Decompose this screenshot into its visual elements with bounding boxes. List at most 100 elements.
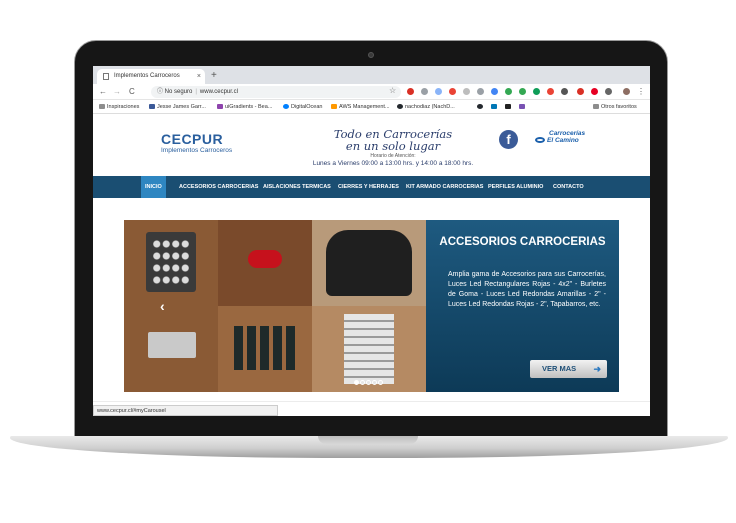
- reload-button[interactable]: C: [129, 86, 135, 97]
- nav-item-perfiles[interactable]: PERFILES ALUMINIO: [488, 176, 543, 198]
- bookmark-star-icon[interactable]: ☆: [389, 86, 396, 95]
- pinterest-icon[interactable]: [591, 88, 598, 95]
- medium-icon: [505, 104, 511, 110]
- button-label: VER MAS: [542, 364, 577, 373]
- product-photo-led-light: [218, 220, 312, 306]
- extension-icon[interactable]: [407, 88, 414, 95]
- bookmark-shortcut[interactable]: [477, 100, 485, 114]
- carousel-dot[interactable]: [366, 380, 371, 385]
- close-tab-icon[interactable]: ×: [197, 69, 201, 84]
- github-icon: [397, 104, 403, 110]
- extension-icon[interactable]: [519, 88, 526, 95]
- bookmark-item[interactable]: uiGradients - Bea...: [217, 100, 272, 114]
- swoosh-icon: [535, 137, 545, 144]
- laptop-notch: [318, 436, 418, 444]
- bookmark-label: nachodiaz (NachD...: [405, 104, 455, 110]
- photo-detail: [326, 230, 412, 296]
- extension-icon[interactable]: [505, 88, 512, 95]
- product-photo-light-panel: [124, 220, 218, 306]
- bookmark-label: Inspiraciones: [107, 104, 140, 110]
- link-status-bar: www.cecpur.cl/#myCarousel: [93, 405, 278, 416]
- ver-mas-button[interactable]: VER MAS ➜: [530, 360, 607, 378]
- section-divider: [93, 401, 650, 402]
- carousel-dot[interactable]: [372, 380, 377, 385]
- bookmark-shortcut[interactable]: [491, 100, 499, 114]
- carousel-dot[interactable]: [354, 380, 359, 385]
- extension-icon[interactable]: [449, 88, 456, 95]
- product-photo-mudguard: [312, 220, 426, 306]
- folder-icon: [593, 104, 599, 110]
- facebook-icon[interactable]: f: [499, 130, 518, 149]
- caption-description: Amplia gama de Accesorios para sus Carro…: [448, 271, 606, 308]
- carousel-caption: ACCESORIOS CARROCERIAS Amplia gama de Ac…: [426, 220, 619, 392]
- logo-subtitle: Implementos Carroceros: [161, 147, 233, 154]
- site-logo[interactable]: CECPUR Implementos Carroceros: [161, 132, 232, 155]
- nav-item-contacto[interactable]: CONTACTO: [553, 176, 584, 198]
- info-icon: ⓘ: [157, 89, 165, 95]
- browser-toolbar: ← → C ⓘ No seguro | www.cecpur.cl ☆ ⋮: [93, 84, 650, 100]
- page-icon: [103, 73, 109, 80]
- business-hours: Lunes a Viernes 09:00 a 13:00 hrs. y 14:…: [312, 160, 474, 167]
- new-tab-button[interactable]: +: [211, 69, 217, 82]
- nav-item-cierres[interactable]: CIERRES Y HERRAJES: [338, 176, 399, 198]
- carousel-prev-icon[interactable]: ‹: [160, 298, 165, 314]
- nav-item-aislaciones[interactable]: AISLACIONES TERMICAS: [263, 176, 331, 198]
- nav-item-kit-armado[interactable]: KIT ARMADO CARROCERIAS: [406, 176, 483, 198]
- partner-line2: El Camino: [547, 137, 579, 144]
- extension-icon[interactable]: [477, 88, 484, 95]
- partner-logo[interactable]: Carrocerías El Camino: [535, 130, 585, 144]
- arrow-right-icon: ➜: [593, 364, 601, 374]
- bookmark-item[interactable]: Jesse James Garr...: [149, 100, 206, 114]
- extension-icon[interactable]: [421, 88, 428, 95]
- main-navigation: INICIO ACCESORIOS CARROCERIAS AISLACIONE…: [93, 176, 650, 198]
- menu-kebab-icon[interactable]: ⋮: [637, 86, 645, 97]
- extension-icon[interactable]: [491, 88, 498, 95]
- extension-icon[interactable]: [547, 88, 554, 95]
- digitalocean-icon: [283, 104, 289, 110]
- header-tagline: Todo en Carrocerías en un solo lugar Hor…: [298, 128, 488, 168]
- site-icon: [217, 104, 223, 110]
- site-icon: [149, 104, 155, 110]
- logo-brand: CECPUR: [161, 131, 224, 147]
- bookmark-item[interactable]: DigitalOcean: [283, 100, 323, 114]
- bootstrap-icon: [519, 104, 525, 110]
- nav-item-accesorios[interactable]: ACCESORIOS CARROCERIAS: [179, 176, 258, 198]
- webpage: CECPUR Implementos Carroceros Todo en Ca…: [93, 114, 650, 416]
- partner-line1: Carrocerías: [549, 130, 586, 137]
- extension-icon[interactable]: [577, 88, 584, 95]
- caption-title: ACCESORIOS CARROCERIAS: [439, 236, 606, 248]
- bookmark-label: Jesse James Garr...: [157, 104, 206, 110]
- extension-icon[interactable]: [533, 88, 540, 95]
- extension-icon[interactable]: [561, 88, 568, 95]
- carousel-dot[interactable]: [378, 380, 383, 385]
- tab-title: Implementos Carroceros: [114, 73, 180, 79]
- forward-button[interactable]: →: [113, 86, 121, 97]
- tagline-line2: en un solo lugar: [345, 139, 441, 153]
- folder-icon: [99, 104, 105, 110]
- hours-label: Horario de Atención:: [370, 153, 416, 159]
- bookmarks-bar: Inspiraciones Jesse James Garr... uiGrad…: [93, 100, 650, 114]
- extension-icon[interactable]: [463, 88, 470, 95]
- bookmark-item[interactable]: Inspiraciones: [99, 100, 139, 114]
- extension-icon[interactable]: [435, 88, 442, 95]
- product-photo-hinge: [124, 306, 218, 392]
- photo-detail: [248, 250, 282, 268]
- carousel-dot[interactable]: [360, 380, 365, 385]
- webcam: [368, 52, 374, 58]
- bookmark-shortcut[interactable]: [505, 100, 513, 114]
- extension-icon[interactable]: [605, 88, 612, 95]
- bookmark-shortcut[interactable]: [519, 100, 527, 114]
- bookmark-item[interactable]: nachodiaz (NachD...: [397, 100, 455, 114]
- address-separator: |: [195, 89, 197, 95]
- bookmark-label: Otros favoritos: [601, 104, 637, 110]
- bookmark-item[interactable]: AWS Management...: [331, 100, 390, 114]
- product-photo-rubber-strips: [218, 306, 312, 392]
- profile-avatar[interactable]: [623, 88, 630, 95]
- address-bar[interactable]: ⓘ No seguro | www.cecpur.cl: [151, 86, 401, 98]
- back-button[interactable]: ←: [99, 86, 107, 97]
- other-bookmarks[interactable]: Otros favoritos: [593, 100, 637, 114]
- browser-tab[interactable]: Implementos Carroceros ×: [97, 69, 205, 84]
- laptop-mockup: Implementos Carroceros × + ← → C ⓘ No se…: [0, 0, 736, 523]
- nav-item-inicio[interactable]: INICIO: [141, 176, 166, 198]
- aws-icon: [331, 104, 337, 110]
